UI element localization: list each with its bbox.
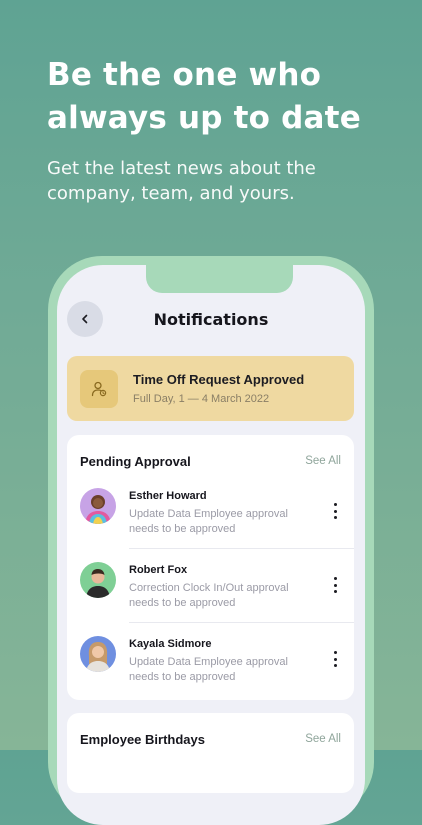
divider — [129, 622, 354, 623]
avatar — [80, 636, 116, 672]
list-item[interactable]: Kayala Sidmore Update Data Employee appr… — [67, 636, 354, 710]
avatar — [80, 488, 116, 524]
pending-approval-title: Pending Approval — [80, 454, 191, 469]
divider — [129, 548, 354, 549]
list-item[interactable]: Robert Fox Correction Clock In/Out appro… — [67, 562, 354, 636]
hero-subline: Get the latest news about the company, t… — [47, 158, 316, 204]
person-name: Esther Howard — [129, 490, 207, 502]
approval-description: Update Data Employee approval needs to b… — [129, 656, 288, 683]
time-off-approved-banner[interactable]: Time Off Request Approved Full Day, 1 — … — [67, 356, 354, 421]
user-clock-icon — [80, 370, 118, 408]
employee-birthdays-title: Employee Birthdays — [80, 732, 205, 747]
more-options-icon[interactable] — [330, 577, 340, 593]
pending-approval-card: Pending Approval See All Esther Howard U… — [67, 435, 354, 700]
more-options-icon[interactable] — [330, 503, 340, 519]
approval-description: Update Data Employee approval needs to b… — [129, 508, 288, 535]
phone-mockup: Notifications Time Off Request Approved … — [48, 256, 374, 825]
pending-see-all-link[interactable]: See All — [305, 455, 341, 467]
person-name: Kayala Sidmore — [129, 638, 212, 650]
phone-screen: Notifications Time Off Request Approved … — [57, 265, 365, 825]
screen-title: Notifications — [153, 310, 269, 329]
avatar — [80, 562, 116, 598]
phone-notch — [146, 265, 293, 293]
employee-birthdays-card: Employee Birthdays See All — [67, 713, 354, 793]
hero-headline: Be the one who always up to date — [47, 57, 361, 136]
banner-title: Time Off Request Approved — [133, 372, 305, 387]
banner-subtitle: Full Day, 1 — 4 March 2022 — [133, 393, 270, 405]
approval-description: Correction Clock In/Out approval needs t… — [129, 582, 289, 609]
more-options-icon[interactable] — [330, 651, 340, 667]
birthdays-see-all-link[interactable]: See All — [305, 733, 341, 745]
person-name: Robert Fox — [129, 564, 188, 576]
list-item[interactable]: Esther Howard Update Data Employee appro… — [67, 488, 354, 562]
